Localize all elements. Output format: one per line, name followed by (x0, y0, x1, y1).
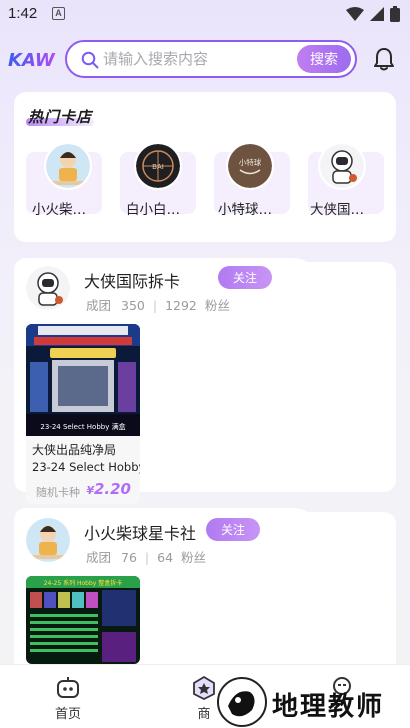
cartoon-avatar-icon (26, 518, 70, 562)
hot-shop-name: 白小白… (126, 202, 180, 218)
grade-label: 成团 (86, 298, 112, 313)
store-avatar[interactable] (26, 266, 70, 310)
hot-shops-card: 热门卡店 小火柴… BAI 白小白… 小特球 小特球… 大侠国… (14, 92, 396, 242)
svg-text:小特球: 小特球 (239, 157, 262, 167)
search-button[interactable]: 搜索 (297, 45, 351, 73)
grade-value: 76 (121, 550, 137, 565)
product-subtitle: 23-24 Select Hobby (32, 460, 140, 474)
svg-text:KAW: KAW (8, 50, 56, 71)
product-image: 24-25 系列 Hobby 整盒拆卡 (26, 576, 140, 664)
home-robot-icon (57, 677, 79, 698)
text-logo-icon: 小特球 (228, 144, 272, 188)
store-avatar[interactable] (26, 518, 70, 562)
hot-shop-name: 大侠国… (310, 202, 364, 218)
stats-separator: | (152, 298, 158, 313)
stats-separator: | (144, 550, 150, 565)
product-card[interactable]: 23-24 Select Hobby 满盒 大侠出品纯净局 23-24 Sele… (26, 324, 140, 504)
store-name: 小火柴球星卡社 (84, 524, 197, 543)
astronaut-avatar-icon (26, 266, 70, 310)
search-bar[interactable]: 搜索 (65, 40, 357, 78)
header: KAW 搜索 (0, 38, 410, 82)
svg-text:24-25 系列 Hobby 整盒拆卡: 24-25 系列 Hobby 整盒拆卡 (44, 579, 123, 587)
kaw-logo-icon[interactable]: KAW (7, 47, 59, 71)
shop-avatar-4[interactable] (318, 142, 366, 190)
battery-icon (390, 6, 400, 22)
watermark-text: 地理教师 (272, 692, 385, 722)
store-stats: 成团 76 | 64 粉丝 (86, 547, 206, 566)
fans-value: 64 (157, 550, 174, 565)
store-card-1[interactable]: 大侠国际拆卡 关注 成团 350 | 1292 粉丝 23-24 Select Ho… (14, 258, 396, 504)
shop-avatar-1[interactable] (44, 142, 92, 190)
basketball-logo-icon: BAI (136, 144, 180, 188)
hot-shops-title: 热门卡店 (28, 108, 93, 126)
shop-avatar-2[interactable]: BAI (134, 142, 182, 190)
product-tag: 随机卡种 (36, 486, 80, 499)
search-icon (81, 51, 99, 69)
bell-icon[interactable] (373, 47, 395, 71)
grade-value: 350 (121, 298, 145, 313)
status-icons (346, 6, 400, 22)
store-name: 大侠国际拆卡 (84, 272, 181, 291)
nav-item-home[interactable]: 首页 (38, 675, 98, 722)
fans-label: 粉丝 (204, 298, 230, 313)
cartoon-avatar-icon (46, 144, 90, 188)
watermark: 地理教师 (216, 676, 410, 728)
price-row: 随机卡种 ¥2.20 (26, 476, 140, 504)
watermark-logo-icon (217, 677, 267, 727)
signal-icon (370, 7, 384, 21)
product-card[interactable]: 24-25 系列 Hobby 整盒拆卡 (26, 576, 140, 664)
nav-label-home: 首页 (54, 707, 81, 722)
grade-label: 成团 (86, 550, 112, 565)
product-image: 23-24 Select Hobby 满盒 (26, 324, 140, 436)
search-input[interactable] (103, 42, 293, 76)
notification-a-icon: A (52, 7, 65, 20)
product-title: 大侠出品纯净局 (32, 443, 117, 457)
store-icon (193, 675, 215, 701)
status-time: 1:42 (8, 5, 38, 22)
svg-text:23-24 Select Hobby 满盒: 23-24 Select Hobby 满盒 (40, 422, 125, 431)
status-bar: 1:42 A (0, 0, 410, 28)
hot-shop-name: 小特球… (218, 202, 272, 218)
follow-button[interactable]: 关注 (218, 266, 272, 289)
product-price: ¥2.20 (86, 479, 131, 498)
fans-label: 粉丝 (181, 550, 207, 565)
store-card-2[interactable]: 小火柴球星卡社 关注 成团 76 | 64 粉丝 24-25 系列 Hobby 整盒… (14, 508, 396, 682)
shop-avatar-3[interactable]: 小特球 (226, 142, 274, 190)
fans-value: 1292 (165, 298, 197, 313)
currency-symbol: ¥ (86, 484, 94, 497)
wifi-icon (346, 7, 364, 21)
store-stats: 成团 350 | 1292 粉丝 (86, 295, 230, 314)
follow-button[interactable]: 关注 (206, 518, 260, 541)
svg-text:BAI: BAI (152, 163, 164, 171)
price-value: 2.20 (93, 480, 131, 498)
hot-shop-name: 小火柴… (32, 202, 86, 218)
astronaut-avatar-icon (320, 144, 364, 188)
